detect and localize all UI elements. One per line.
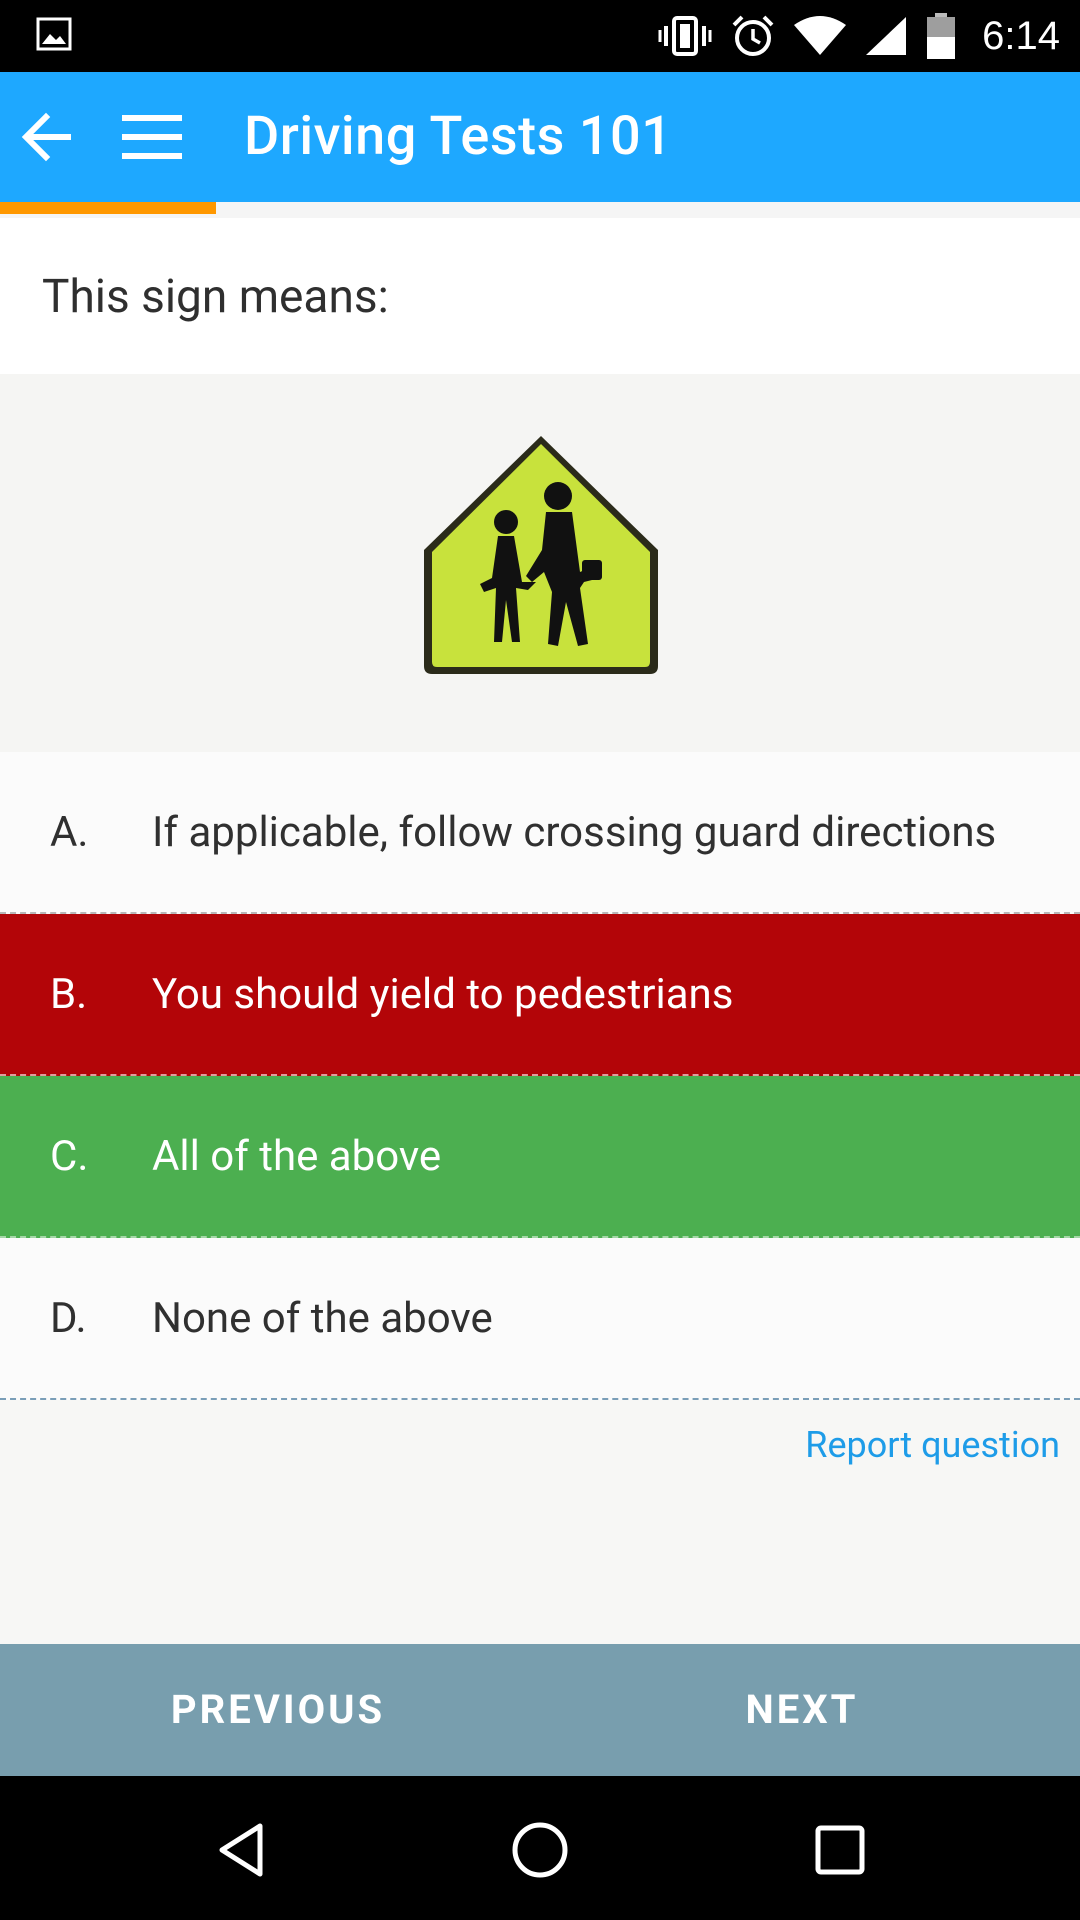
answer-option-d[interactable]: D. None of the above — [0, 1238, 1080, 1400]
previous-button[interactable]: PREVIOUS — [0, 1644, 556, 1776]
progress-fill — [0, 202, 216, 214]
answer-letter: B. — [50, 969, 88, 1019]
battery-icon — [927, 13, 956, 59]
vibrate-icon — [658, 16, 712, 56]
app-bar: Driving Tests 101 — [0, 72, 1080, 202]
alarm-icon — [732, 15, 774, 56]
question-image-area — [0, 374, 1080, 752]
hamburger-menu-icon[interactable] — [118, 107, 188, 167]
answer-list: A. If applicable, follow crossing guard … — [0, 752, 1080, 1400]
clock-time: 6:14 — [982, 13, 1060, 58]
question-header: This sign means: — [0, 218, 1080, 374]
app-title: Driving Tests 101 — [244, 105, 673, 168]
back-triangle-icon[interactable] — [210, 1818, 274, 1882]
school-crossing-sign — [424, 436, 658, 674]
report-question-link[interactable]: Report question — [805, 1424, 1060, 1466]
answer-option-b[interactable]: B. You should yield to pedestrians — [0, 914, 1080, 1076]
answer-option-c[interactable]: C. All of the above — [0, 1076, 1080, 1238]
recents-square-icon[interactable] — [808, 1818, 872, 1882]
status-bar: 6:14 — [0, 0, 1080, 72]
image-icon — [36, 17, 72, 51]
home-circle-icon[interactable] — [508, 1818, 572, 1882]
answer-text: You should yield to pedestrians — [152, 969, 734, 1019]
answer-letter: A. — [50, 807, 89, 857]
signal-icon — [866, 17, 907, 55]
system-navigation-bar — [0, 1776, 1080, 1920]
wifi-icon — [794, 16, 847, 55]
answer-letter: C. — [50, 1131, 89, 1181]
question-text: This sign means: — [42, 270, 389, 324]
answer-text: None of the above — [152, 1293, 493, 1343]
back-arrow-icon[interactable] — [16, 105, 80, 169]
progress-bar — [0, 202, 1080, 218]
answer-text: All of the above — [152, 1131, 442, 1181]
answer-option-a[interactable]: A. If applicable, follow crossing guard … — [0, 752, 1080, 914]
next-button[interactable]: NEXT — [524, 1644, 1080, 1776]
answer-letter: D. — [50, 1293, 87, 1343]
bottom-nav-bar: PREVIOUS NEXT — [0, 1644, 1080, 1776]
answer-text: If applicable, follow crossing guard dir… — [152, 807, 997, 857]
